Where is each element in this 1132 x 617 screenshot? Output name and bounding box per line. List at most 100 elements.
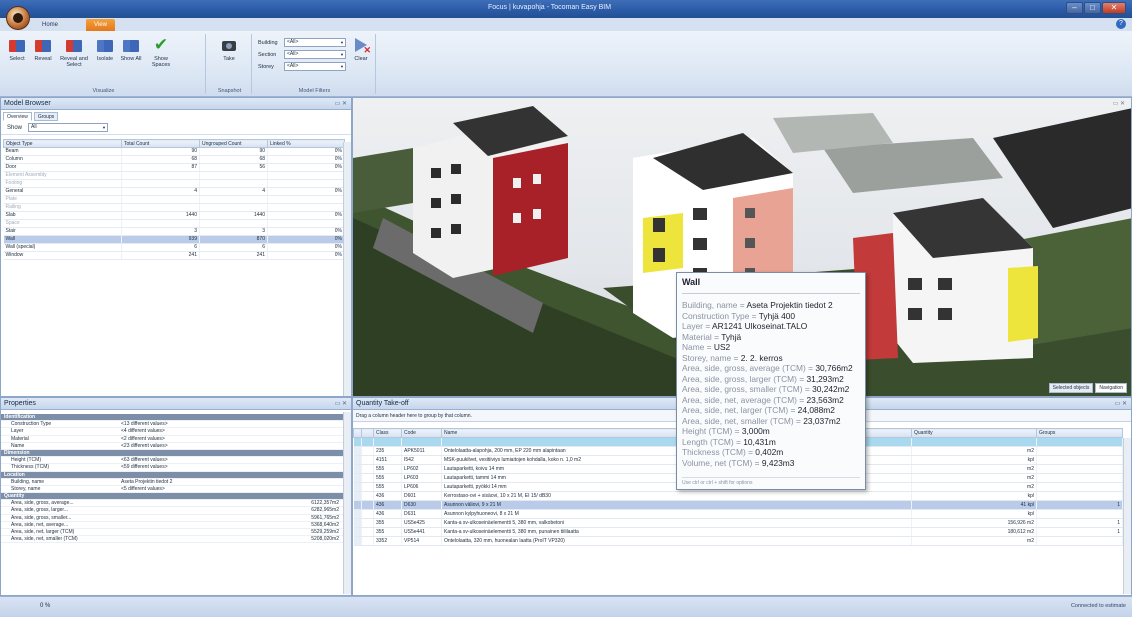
code-cell: D601 bbox=[401, 491, 442, 501]
storey-select[interactable]: <All> bbox=[284, 62, 346, 71]
column-ungrouped-count[interactable]: Ungrouped Count bbox=[199, 139, 268, 148]
filter-cell[interactable] bbox=[361, 437, 374, 447]
row-select-cell[interactable] bbox=[361, 473, 374, 483]
row-select-cell[interactable] bbox=[361, 536, 374, 546]
clear-filters-button[interactable]: Clear bbox=[352, 36, 371, 62]
row-select-cell[interactable] bbox=[361, 446, 374, 456]
table-row[interactable]: Wall (special) 6 6 0% bbox=[3, 243, 345, 252]
table-row[interactable]: 355 US5e441 Kanta-a sv-ulkoseinäelementti … bbox=[353, 527, 1123, 537]
section-select[interactable]: <All> bbox=[284, 50, 346, 59]
property-category[interactable]: Quantity bbox=[1, 493, 351, 501]
select-button[interactable]: Select bbox=[6, 36, 28, 62]
column-class[interactable]: Class bbox=[373, 428, 402, 438]
filter-cell[interactable] bbox=[373, 437, 402, 447]
column-code[interactable]: Code bbox=[401, 428, 442, 438]
model-browser-scrollbar[interactable] bbox=[343, 142, 351, 396]
row-header-cell bbox=[353, 536, 362, 546]
qto-scrollbar[interactable] bbox=[1123, 438, 1131, 594]
tab-groups[interactable]: Groups bbox=[33, 112, 59, 121]
property-row[interactable]: Area, side, gross, average... 6122,357m2 bbox=[1, 500, 351, 508]
minimize-icon[interactable]: – bbox=[1066, 2, 1083, 14]
row-select-cell[interactable] bbox=[361, 464, 374, 474]
isolate-button[interactable]: Isolate bbox=[94, 36, 116, 62]
viewport-controls-icon[interactable]: ▭ ✕ bbox=[1113, 100, 1125, 107]
row-select-cell[interactable] bbox=[361, 500, 374, 510]
close-icon[interactable]: ✕ bbox=[1102, 2, 1126, 14]
show-all-button[interactable]: Show All bbox=[120, 36, 142, 62]
building-select[interactable]: <All> bbox=[284, 38, 346, 47]
panel-controls-icon[interactable]: ▭ ✕ bbox=[335, 98, 347, 110]
tab-overview[interactable]: Overview bbox=[3, 112, 32, 121]
property-row[interactable]: Area, side, net, average... 5368,640m2 bbox=[1, 522, 351, 529]
tab-selected-objects[interactable]: Selected objects bbox=[1048, 383, 1094, 393]
table-row[interactable]: 436 D601 Kerrostaso-ovi + sisäovi, 10 x 21… bbox=[353, 491, 1123, 501]
maximize-icon[interactable]: □ bbox=[1084, 2, 1101, 14]
property-row[interactable]: Material <2 different values> bbox=[1, 436, 351, 443]
table-row[interactable]: 3352 VP514 Ontelolaatta, 320 mm, huonealan… bbox=[353, 536, 1123, 546]
table-row[interactable]: Space bbox=[3, 219, 345, 228]
row-select-cell[interactable] bbox=[361, 428, 374, 438]
property-row[interactable]: Area, side, net, smaller (TCM) 5208,020m2 bbox=[1, 536, 351, 544]
panel-controls-icon[interactable]: ▭ ✕ bbox=[1115, 398, 1127, 410]
row-select-cell[interactable] bbox=[361, 518, 374, 528]
property-row[interactable]: Thickness (TCM) <59 different values> bbox=[1, 464, 351, 472]
tooltip-key: Length (TCM) bbox=[682, 436, 734, 447]
table-row[interactable]: Slab 1440 1440 0% bbox=[3, 211, 345, 220]
property-row[interactable]: Area, side, gross, smaller... 5961,765m2 bbox=[1, 515, 351, 522]
filter-cell[interactable] bbox=[911, 437, 1037, 447]
table-row[interactable]: Stair 3 3 0% bbox=[3, 227, 345, 236]
table-row[interactable]: Railing bbox=[3, 203, 345, 212]
tab-view[interactable]: View bbox=[86, 19, 115, 31]
show-spaces-button[interactable]: Show Spaces bbox=[148, 36, 174, 68]
property-category[interactable]: Location bbox=[1, 471, 351, 479]
tab-home[interactable]: Home bbox=[34, 19, 66, 31]
connection-status: Connected to estimate bbox=[1070, 603, 1126, 609]
table-row[interactable]: Plate bbox=[3, 195, 345, 204]
table-row[interactable]: Footing bbox=[3, 179, 345, 188]
filter-cell[interactable] bbox=[401, 437, 442, 447]
property-row[interactable]: Storey, name <5 different values> bbox=[1, 486, 351, 494]
reveal-and-select-button[interactable]: Reveal and Select bbox=[58, 36, 90, 68]
properties-scrollbar[interactable] bbox=[343, 412, 351, 594]
quantity-cell: 180,612 m2 bbox=[911, 527, 1037, 537]
property-row[interactable]: Height (TCM) <63 different values> bbox=[1, 457, 351, 465]
property-category[interactable]: Dimension bbox=[1, 449, 351, 458]
table-row[interactable]: Element Assembly bbox=[3, 171, 345, 180]
table-row[interactable]: Window 241 241 0% bbox=[3, 251, 345, 260]
column-total-count[interactable]: Total Count bbox=[121, 139, 200, 148]
column-linked-percent[interactable]: Linked % bbox=[267, 139, 345, 148]
table-row[interactable]: Wall 939 870 0% bbox=[3, 235, 345, 244]
application-menu-button[interactable] bbox=[6, 6, 30, 30]
property-row[interactable]: Area, side, gross, larger... 6282,965m2 bbox=[1, 507, 351, 515]
row-select-cell[interactable] bbox=[361, 509, 374, 519]
row-select-cell[interactable] bbox=[361, 527, 374, 537]
property-row[interactable]: Building, name Aseta Projektin tiedot 2 bbox=[1, 479, 351, 486]
show-select[interactable]: All bbox=[28, 123, 109, 132]
column-quantity[interactable]: Quantity bbox=[911, 428, 1037, 438]
row-select-cell[interactable] bbox=[361, 482, 374, 492]
tab-navigation[interactable]: Navigation bbox=[1095, 383, 1127, 393]
table-row[interactable]: 436 D630 Asunnon väliovi, 9 x 21 M 41 kpl 1 bbox=[353, 500, 1123, 510]
property-row[interactable]: Name <23 different values> bbox=[1, 443, 351, 450]
property-row[interactable]: Construction Type <13 different values> bbox=[1, 421, 351, 429]
property-row[interactable]: Layer <4 different values> bbox=[1, 428, 351, 436]
row-select-cell[interactable] bbox=[361, 455, 374, 465]
table-row[interactable]: Door 87 56 0% bbox=[3, 163, 345, 172]
row-select-cell[interactable] bbox=[361, 491, 374, 501]
help-icon[interactable]: ? bbox=[1116, 19, 1126, 29]
table-row[interactable]: 436 D631 Asunnon kylpyhuoneovi, 8 x 21 Mkp… bbox=[353, 509, 1123, 519]
table-row[interactable]: Beam 90 90 0% bbox=[3, 147, 345, 156]
column-groups[interactable]: Groups bbox=[1036, 428, 1123, 438]
reveal-button[interactable]: Reveal bbox=[32, 36, 54, 62]
object-type-cell: Space bbox=[3, 219, 122, 228]
table-row[interactable]: Column 68 68 0% bbox=[3, 155, 345, 164]
take-snapshot-button[interactable]: Take bbox=[218, 36, 240, 62]
property-row[interactable]: Area, side, net, larger (TCM) 5529,259m2 bbox=[1, 529, 351, 537]
panel-controls-icon[interactable]: ▭ ✕ bbox=[335, 398, 347, 410]
filter-cell[interactable] bbox=[1036, 437, 1123, 447]
table-row[interactable]: General 4 4 0% bbox=[3, 187, 345, 196]
table-row[interactable]: 355 US5e425 Kanta-a sv-ulkoseinäelementti … bbox=[353, 518, 1123, 528]
property-category[interactable]: Identification bbox=[1, 414, 351, 422]
property-key: Material bbox=[11, 435, 29, 442]
column-object-type[interactable]: Object Type bbox=[3, 139, 122, 148]
